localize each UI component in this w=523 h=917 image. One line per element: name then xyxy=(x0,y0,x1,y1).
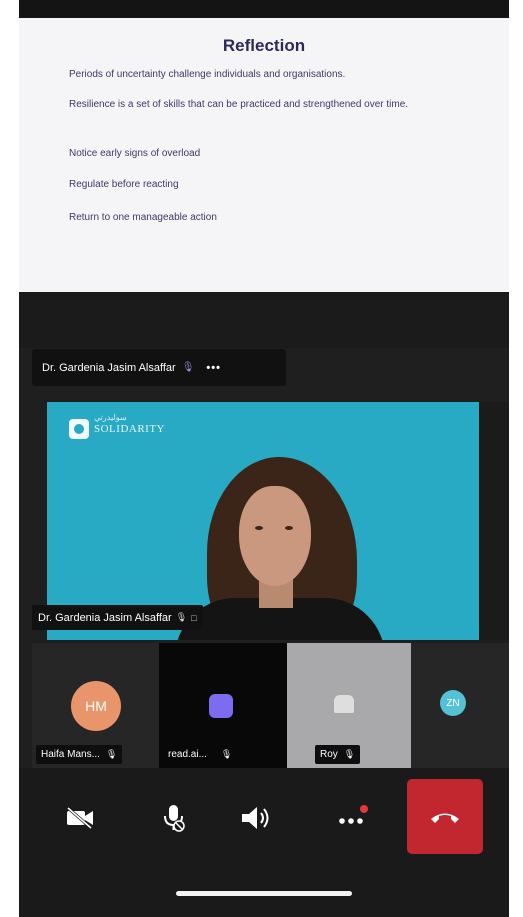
mic-icon: 🎙 xyxy=(175,612,188,622)
video-side-gap xyxy=(479,402,509,640)
camera-toggle-button[interactable] xyxy=(47,785,113,851)
speaker-name: Dr. Gardenia Jasim Alsaffar xyxy=(42,361,176,374)
participant-label: read.ai... 🎙 xyxy=(163,745,237,764)
logo-mark-icon xyxy=(69,419,89,439)
mic-off-icon xyxy=(164,805,185,832)
participant-strip: HM Haifa Mans... 🎙 read.ai... 🎙 Roy 🎙 ZN xyxy=(19,643,509,768)
speaker-icon xyxy=(242,807,269,829)
end-call-button[interactable] xyxy=(407,779,483,854)
avatar: ZN xyxy=(440,690,466,716)
participant-label: Roy 🎙 xyxy=(315,745,361,764)
stage-background xyxy=(19,292,509,348)
logo-arabic-text: سوليدرتي xyxy=(94,413,127,422)
participant-face xyxy=(239,486,311,586)
main-video-name: Dr. Gardenia Jasim Alsaffar xyxy=(38,611,172,624)
solidarity-logo: سوليدرتي SOLIDARITY xyxy=(69,413,165,439)
more-button[interactable] xyxy=(319,785,385,851)
screen-share-icon: □ xyxy=(191,612,197,623)
mic-toggle-button[interactable] xyxy=(141,785,207,851)
participant-tile[interactable]: Roy 🎙 xyxy=(287,643,411,768)
mic-icon: 🎙 xyxy=(220,749,233,759)
avatar: HM xyxy=(71,681,121,731)
slide-line: Resilience is a set of skills that can b… xyxy=(69,99,409,110)
participant-name: read.ai... xyxy=(168,749,207,760)
slide-line: Return to one manageable action xyxy=(69,212,217,223)
home-indicator[interactable] xyxy=(176,891,352,896)
participant-label: Haifa Mans... 🎙 xyxy=(36,745,123,764)
participant-name: Haifa Mans... xyxy=(41,749,100,760)
mic-off-icon: 🎙 xyxy=(105,749,118,759)
bot-avatar-icon xyxy=(334,695,354,713)
participant-tile[interactable]: HM Haifa Mans... 🎙 xyxy=(32,643,174,768)
slide-line: Notice early signs of overload xyxy=(69,148,201,159)
main-video-name-tag: Dr. Gardenia Jasim Alsaffar 🎙 □ xyxy=(32,605,203,630)
eye xyxy=(285,526,293,530)
more-icon xyxy=(339,805,368,824)
shared-slide: Reflection Periods of uncertainty challe… xyxy=(19,18,509,292)
slide-line: Periods of uncertainty challenge individ… xyxy=(69,69,346,80)
active-speaker-tag[interactable]: Dr. Gardenia Jasim Alsaffar 🎙 ••• xyxy=(32,349,286,386)
video-off-icon xyxy=(67,806,93,830)
mic-icon: 🎙 xyxy=(343,749,356,759)
slide-title: Reflection xyxy=(222,36,306,55)
meeting-screen: Reflection Periods of uncertainty challe… xyxy=(19,0,509,917)
status-bar xyxy=(19,0,509,18)
speaker-button[interactable] xyxy=(223,785,289,851)
end-call-icon xyxy=(431,813,459,823)
read-ai-icon xyxy=(209,694,233,718)
logo-text: SOLIDARITY xyxy=(94,423,165,435)
eye xyxy=(255,526,263,530)
participant-tile[interactable]: read.ai... 🎙 xyxy=(159,643,287,768)
more-options-icon[interactable]: ••• xyxy=(206,362,221,374)
participant-name: Roy xyxy=(320,749,338,760)
slide-line: Regulate before reacting xyxy=(69,179,179,190)
participant-tile[interactable]: ZN xyxy=(411,643,509,768)
call-controls xyxy=(19,768,509,917)
mic-icon: 🎙 xyxy=(181,362,195,373)
